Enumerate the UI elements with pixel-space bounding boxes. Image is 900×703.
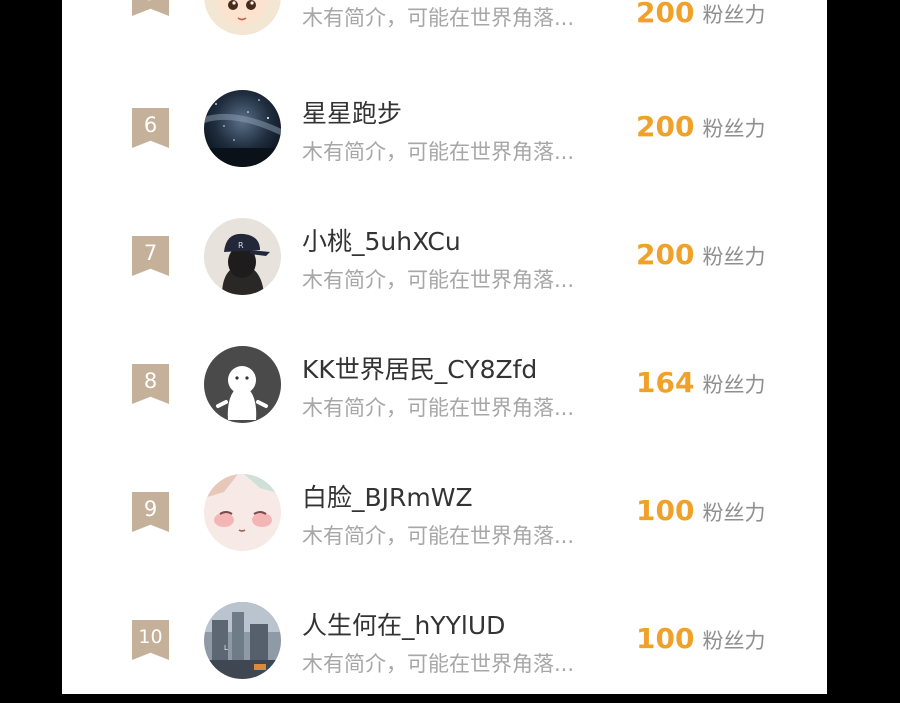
svg-text:R: R bbox=[238, 241, 244, 250]
list-item[interactable]: 9 白脸_BJRmWZ 木有简介，可能在世界角落... 100 粉丝力 bbox=[62, 404, 827, 551]
city-photo-avatar-icon: L bbox=[204, 602, 281, 679]
fans-count: 200 bbox=[636, 110, 695, 143]
user-name[interactable]: KK世界居民_CY8Zfd bbox=[302, 350, 537, 386]
fans-power: 100 粉丝力 bbox=[636, 494, 765, 527]
fans-power: 100 粉丝力 bbox=[636, 622, 765, 655]
rank-badge: 8 bbox=[132, 364, 169, 404]
fans-count: 164 bbox=[636, 366, 695, 399]
svg-text:L: L bbox=[224, 644, 228, 652]
fans-count: 100 bbox=[636, 494, 695, 527]
rank-badge: 10 bbox=[132, 620, 169, 660]
list-item[interactable]: 10 L 人生何在_hYYlUD 木有简介，可能在世界角落... 100 粉丝力 bbox=[62, 532, 827, 679]
list-item[interactable]: 6 星星跑步 木有简介，可能在世界角落... 200 粉丝力 bbox=[62, 20, 827, 167]
fans-count: 200 bbox=[636, 238, 695, 271]
rank-badge: 9 bbox=[132, 492, 169, 532]
list-item[interactable]: 5 木有简介，可能在世界角落... 200粉丝力 bbox=[62, 0, 827, 35]
fans-unit: 粉丝力 bbox=[702, 501, 766, 525]
avatar[interactable]: L bbox=[204, 602, 281, 679]
fans-power: 200 粉丝力 bbox=[636, 238, 765, 271]
user-name[interactable]: 人生何在_hYYlUD bbox=[302, 606, 505, 642]
user-bio: 木有简介，可能在世界角落... bbox=[302, 652, 575, 676]
rank-badge: 5 bbox=[132, 0, 169, 16]
rank-badge: 7 bbox=[132, 236, 169, 276]
rank-badge: 6 bbox=[132, 108, 169, 148]
fans-unit: 粉丝力 bbox=[702, 245, 766, 269]
user-name[interactable]: 星星跑步 bbox=[302, 94, 402, 130]
fans-unit: 粉丝力 bbox=[702, 373, 766, 397]
user-name[interactable]: 小桃_5uhXCu bbox=[302, 222, 461, 258]
list-item[interactable]: 7 R 小桃_5uhXCu 木有简介，可能在世界角落... 200 粉丝力 bbox=[62, 148, 827, 295]
list-item[interactable]: 8 KK世界居民_CY8Zfd 木有简介，可能在世界角落... 164 粉丝力 bbox=[62, 276, 827, 423]
fans-unit: 粉丝力 bbox=[702, 629, 766, 653]
fans-power: 164 粉丝力 bbox=[636, 366, 765, 399]
ranking-list: 5 木有简介，可能在世界角落... 200粉丝力 6 bbox=[62, 0, 827, 694]
fans-unit: 粉丝力 bbox=[702, 117, 766, 141]
fans-power: 200 粉丝力 bbox=[636, 110, 765, 143]
user-name[interactable]: 白脸_BJRmWZ bbox=[302, 478, 473, 514]
fans-count: 100 bbox=[636, 622, 695, 655]
